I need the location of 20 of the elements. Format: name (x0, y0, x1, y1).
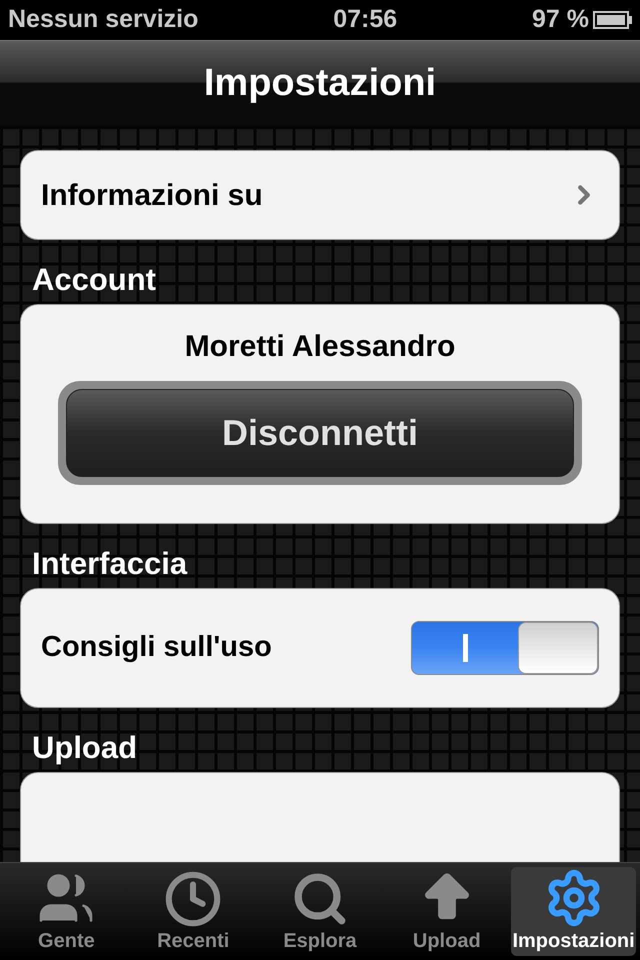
tab-bar-item[interactable]: Gente (4, 867, 129, 956)
setting-label: Consigli sull'uso (41, 630, 272, 666)
tab-bar-item[interactable]: Impostazioni (511, 867, 636, 956)
tab-bar-item[interactable]: Esplora (258, 867, 382, 956)
screen-title: Impostazioni (204, 61, 436, 106)
section-header: Account (32, 262, 156, 297)
account-name: Moretti Alessandro (184, 329, 456, 365)
battery-icon (592, 11, 632, 29)
tab-bar-item[interactable]: Recenti (130, 867, 256, 956)
toggle-switch[interactable] (411, 621, 599, 675)
section-header: Interfaccia (32, 546, 188, 581)
on-mark-icon (462, 634, 468, 662)
about-row[interactable]: Informazioni su (20, 150, 620, 240)
clock-text: 07:56 (333, 4, 398, 36)
clock-icon (164, 870, 222, 928)
disconnect-button[interactable]: Disconnetti (66, 389, 574, 477)
tab-bar-item[interactable]: Upload (384, 867, 510, 956)
section-header: Upload (32, 730, 138, 765)
carrier-text: Nessun servizio (8, 4, 198, 36)
battery-text: 97 % (532, 4, 589, 36)
